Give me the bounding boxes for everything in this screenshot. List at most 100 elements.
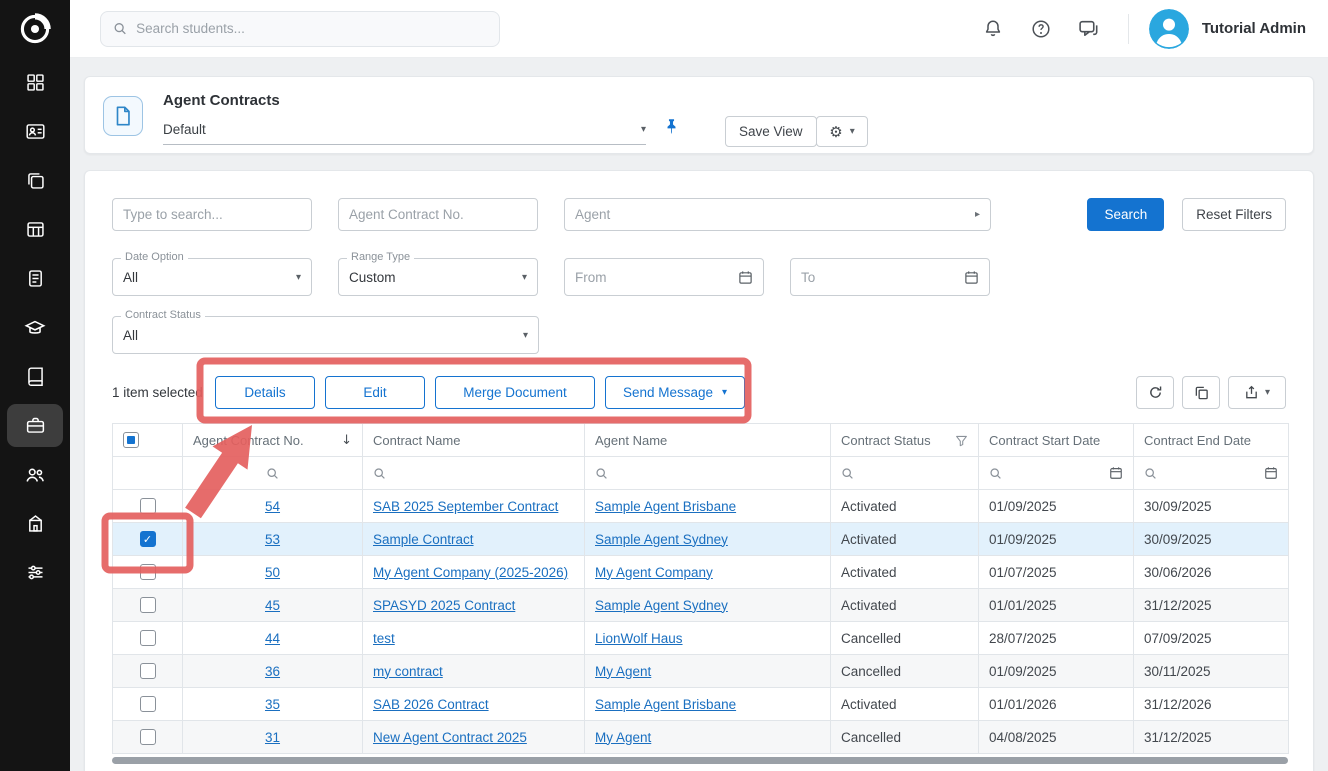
contract-name-link[interactable]: New Agent Contract 2025	[373, 730, 527, 745]
contract-name-link[interactable]: Sample Contract	[373, 532, 474, 547]
copy-grid-button[interactable]	[1182, 376, 1220, 409]
contract-no-link[interactable]: 35	[265, 697, 280, 712]
agent-name-column-filter[interactable]	[595, 467, 820, 480]
agent-name-link[interactable]: Sample Agent Brisbane	[595, 499, 736, 514]
agent-name-link[interactable]: Sample Agent Sydney	[595, 598, 728, 613]
help-icon	[1031, 19, 1051, 39]
contract-no-link[interactable]: 36	[265, 664, 280, 679]
range-type-select[interactable]: Range Type Custom ▾	[338, 258, 538, 296]
row-checkbox[interactable]	[140, 663, 156, 679]
contract-name-link[interactable]: SAB 2025 September Contract	[373, 499, 558, 514]
filter-funnel-icon[interactable]	[955, 434, 968, 447]
row-checkbox[interactable]	[140, 498, 156, 514]
view-settings-button[interactable]: ⚙ ▾	[816, 116, 868, 147]
row-checkbox[interactable]	[140, 564, 156, 580]
contract-no-link[interactable]: 45	[265, 598, 280, 613]
contract-name-link[interactable]: SAB 2026 Contract	[373, 697, 489, 712]
search-button[interactable]: Search	[1087, 198, 1164, 231]
table-row[interactable]: 50 My Agent Company (2025-2026) My Agent…	[113, 556, 1289, 589]
merge-document-button[interactable]: Merge Document	[435, 376, 595, 409]
messages-button[interactable]	[1072, 12, 1106, 46]
help-button[interactable]	[1024, 12, 1058, 46]
table-row[interactable]: 44 test LionWolf Haus Cancelled 28/07/20…	[113, 622, 1289, 655]
sidebar-item-agents[interactable]	[0, 401, 70, 450]
table-row[interactable]: 36 my contract My Agent Cancelled 01/09/…	[113, 655, 1289, 688]
select-all-checkbox[interactable]	[123, 432, 139, 448]
contract-name-link[interactable]: test	[373, 631, 395, 646]
save-view-button[interactable]: Save View	[725, 116, 817, 147]
row-checkbox[interactable]	[140, 597, 156, 613]
agent-name-link[interactable]: Sample Agent Sydney	[595, 532, 728, 547]
sidebar-item-courses[interactable]	[0, 303, 70, 352]
contract-name-link[interactable]: my contract	[373, 664, 443, 679]
row-checkbox[interactable]	[140, 630, 156, 646]
contract-name-link[interactable]: My Agent Company (2025-2026)	[373, 565, 568, 580]
contract-status-select[interactable]: Contract Status All ▾	[112, 316, 539, 354]
contract-no-link[interactable]: 31	[265, 730, 280, 745]
column-agent-name[interactable]: Agent Name	[585, 424, 831, 457]
table-row[interactable]: 45 SPASYD 2025 Contract Sample Agent Syd…	[113, 589, 1289, 622]
calendar-icon[interactable]	[1109, 466, 1123, 480]
date-option-select[interactable]: Date Option All ▾	[112, 258, 312, 296]
agent-name-link[interactable]: LionWolf Haus	[595, 631, 683, 646]
search-input[interactable]	[136, 21, 487, 36]
sidebar-item-contacts[interactable]	[0, 107, 70, 156]
keyword-filter-input[interactable]	[112, 198, 312, 231]
view-selector[interactable]: Default ▾	[163, 114, 646, 145]
user-name[interactable]: Tutorial Admin	[1202, 20, 1306, 37]
row-checkbox[interactable]	[140, 729, 156, 745]
start-date-column-filter[interactable]	[989, 466, 1123, 480]
row-checkbox[interactable]	[140, 531, 156, 547]
agent-name-link[interactable]: My Agent	[595, 664, 651, 679]
agent-name-link[interactable]: Sample Agent Brisbane	[595, 697, 736, 712]
contract-no-link[interactable]: 50	[265, 565, 280, 580]
search-icon	[266, 467, 279, 480]
sidebar-item-invoices[interactable]	[0, 254, 70, 303]
sidebar-item-organisation[interactable]	[0, 499, 70, 548]
from-date-input[interactable]: From	[564, 258, 764, 296]
app-logo[interactable]	[0, 0, 70, 58]
contract-no-link[interactable]: 54	[265, 499, 280, 514]
refresh-button[interactable]	[1136, 376, 1174, 409]
sidebar-item-settings[interactable]	[0, 548, 70, 597]
horizontal-scrollbar[interactable]	[112, 757, 1288, 764]
table-row[interactable]: 31 New Agent Contract 2025 My Agent Canc…	[113, 721, 1289, 754]
table-row[interactable]: 53 Sample Contract Sample Agent Sydney A…	[113, 523, 1289, 556]
pin-view-button[interactable]	[663, 118, 680, 135]
contract-no-link[interactable]: 44	[265, 631, 280, 646]
contract-name-link[interactable]: SPASYD 2025 Contract	[373, 598, 515, 613]
reset-filters-button[interactable]: Reset Filters	[1182, 198, 1286, 231]
notifications-button[interactable]	[976, 12, 1010, 46]
agent-name-link[interactable]: My Agent	[595, 730, 651, 745]
agent-filter-select[interactable]: Agent ▸	[564, 198, 991, 231]
calendar-icon[interactable]	[1264, 466, 1278, 480]
column-contract-no[interactable]: Agent Contract No.↓	[183, 424, 363, 457]
sidebar-item-dashboard[interactable]	[0, 58, 70, 107]
sidebar-item-people[interactable]	[0, 450, 70, 499]
avatar[interactable]	[1149, 9, 1189, 49]
column-contract-name[interactable]: Contract Name	[363, 424, 585, 457]
contract-no-column-filter[interactable]	[193, 467, 352, 480]
export-button[interactable]: ▾	[1228, 376, 1286, 409]
table-row[interactable]: 35 SAB 2026 Contract Sample Agent Brisba…	[113, 688, 1289, 721]
end-date-column-filter[interactable]	[1144, 466, 1278, 480]
agent-name-link[interactable]: My Agent Company	[595, 565, 713, 580]
row-checkbox[interactable]	[140, 696, 156, 712]
to-date-input[interactable]: To	[790, 258, 990, 296]
sidebar-item-ledger[interactable]	[0, 352, 70, 401]
contract-no-filter-input[interactable]	[338, 198, 538, 231]
column-contract-status[interactable]: Contract Status	[831, 424, 979, 457]
send-message-button[interactable]: Send Message ▾	[605, 376, 745, 409]
sidebar-item-documents[interactable]	[0, 156, 70, 205]
search-icon	[989, 467, 1002, 480]
global-search[interactable]	[100, 11, 500, 47]
contract-no-link[interactable]: 53	[265, 532, 280, 547]
contract-name-column-filter[interactable]	[373, 467, 574, 480]
column-end-date[interactable]: Contract End Date	[1134, 424, 1289, 457]
status-column-filter[interactable]	[841, 467, 968, 480]
details-button[interactable]: Details	[215, 376, 315, 409]
sidebar-item-table[interactable]	[0, 205, 70, 254]
column-start-date[interactable]: Contract Start Date	[979, 424, 1134, 457]
edit-button[interactable]: Edit	[325, 376, 425, 409]
table-row[interactable]: 54 SAB 2025 September Contract Sample Ag…	[113, 490, 1289, 523]
